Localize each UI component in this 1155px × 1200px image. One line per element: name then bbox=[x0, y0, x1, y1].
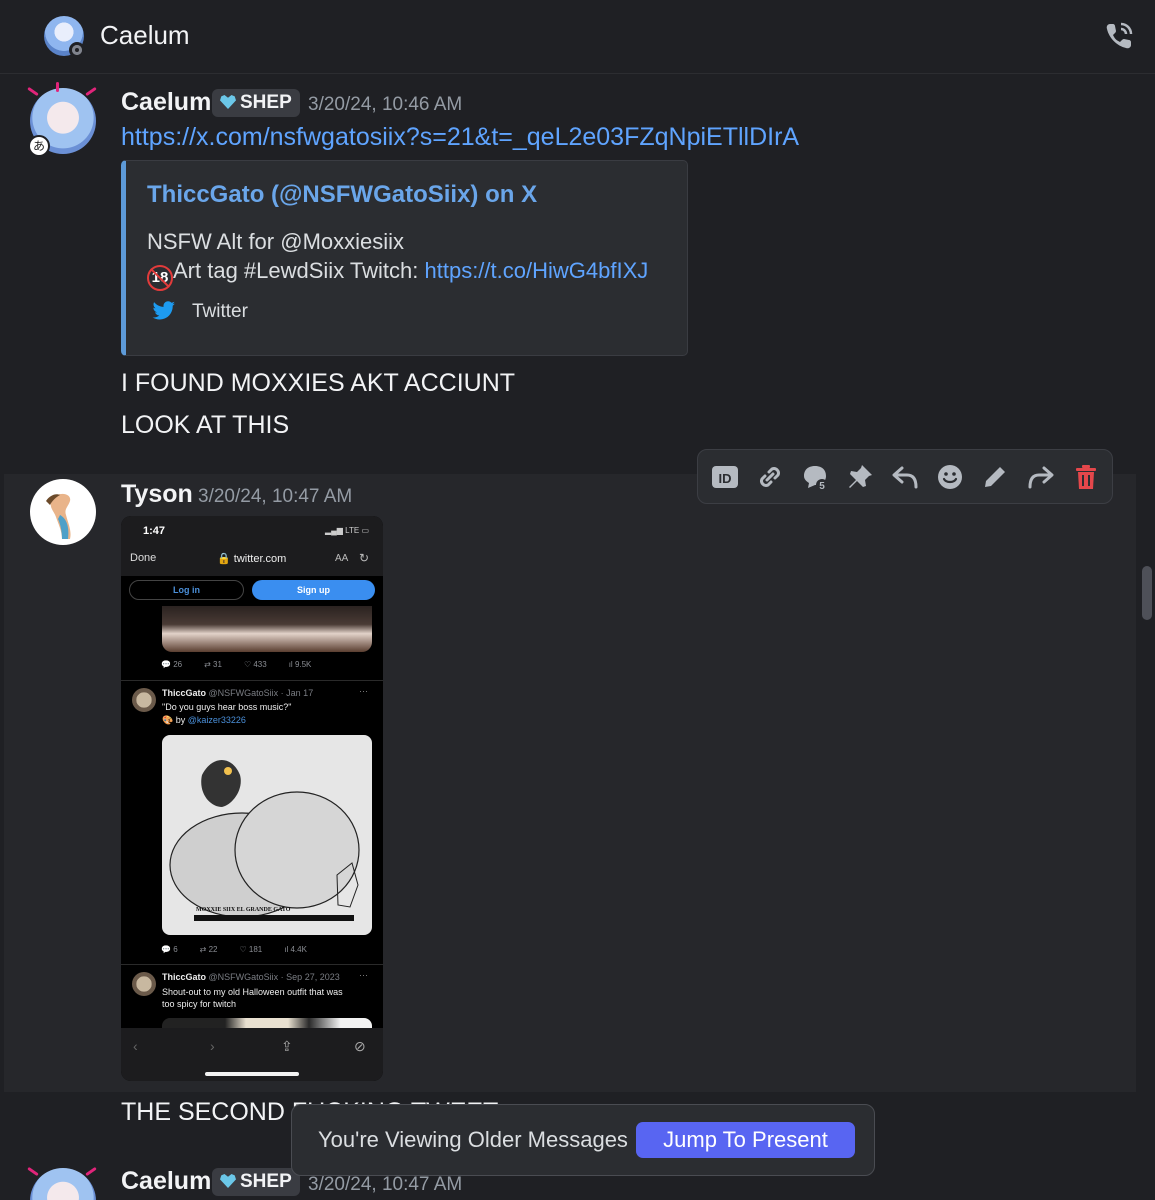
heart-icon bbox=[220, 95, 236, 109]
voice-call-icon[interactable] bbox=[1103, 20, 1135, 52]
tweet-credit: 🎨 by @kaizer33226 bbox=[162, 715, 246, 725]
heart-icon bbox=[220, 1174, 236, 1188]
avatar-decoration bbox=[85, 1166, 97, 1177]
link-icon[interactable] bbox=[753, 460, 787, 494]
embed-title[interactable]: ThiccGato (@NSFWGatoSiix) on X bbox=[147, 181, 537, 209]
channel-title: Caelum bbox=[100, 20, 190, 50]
timestamp: 3/20/24, 10:47 AM bbox=[308, 1174, 463, 1195]
phone-time: 1:47 bbox=[143, 525, 166, 537]
image-attachment[interactable]: 1:47 ▂▄▆ LTE ▭ Done 🔒 twitter.com AA ↻ L… bbox=[121, 516, 383, 1081]
username[interactable]: Caelum bbox=[121, 88, 211, 117]
url-label: 🔒 twitter.com bbox=[217, 553, 287, 565]
tweet-stats-1: 💬 26 ⇄ 31 ♡ 433 ıl 9.5K bbox=[161, 660, 312, 669]
more-icon: ··· bbox=[359, 970, 368, 980]
avatar-decoration bbox=[27, 1166, 39, 1177]
scrollbar-thumb[interactable] bbox=[1142, 566, 1152, 620]
tweet-text: "Do you guys hear boss music?" bbox=[162, 702, 292, 712]
channel-header: Caelum bbox=[0, 0, 1155, 74]
guild-tag[interactable]: SHEP bbox=[212, 89, 300, 117]
signup-label: Sign up bbox=[252, 580, 375, 600]
jump-to-present-button[interactable]: Jump To Present bbox=[636, 1122, 855, 1158]
embed-description-line2: 18 Art tag #LewdSiix Twitch: https://t.co… bbox=[147, 258, 648, 291]
reaction-icon[interactable] bbox=[933, 460, 967, 494]
divider bbox=[121, 964, 383, 965]
reload-icon: ↻ bbox=[359, 551, 370, 565]
timestamp: 3/20/24, 10:46 AM bbox=[308, 94, 463, 115]
thread-icon[interactable]: 5 bbox=[798, 460, 832, 494]
embed-link[interactable]: https://t.co/HiwG4bfIXJ bbox=[425, 258, 649, 283]
tweet-author: ThiccGato @NSFWGatoSiix · Sep 27, 2023 bbox=[162, 972, 340, 982]
older-messages-bar: You're Viewing Older Messages Jump To Pr… bbox=[291, 1104, 875, 1176]
avatar-decoration bbox=[56, 82, 59, 92]
avatar-badge-icon: あ bbox=[28, 135, 50, 157]
done-label: Done bbox=[130, 552, 157, 564]
reply-icon[interactable] bbox=[888, 460, 922, 494]
delete-icon[interactable] bbox=[1069, 460, 1103, 494]
share-icon: ⇪ bbox=[281, 1038, 293, 1054]
back-icon: ‹ bbox=[133, 1038, 138, 1054]
signal-indicator: ▂▄▆ LTE ▭ bbox=[324, 526, 369, 535]
link-embed: ThiccGato (@NSFWGatoSiix) on X NSFW Alt … bbox=[121, 160, 688, 356]
reader-label: AA bbox=[335, 553, 349, 564]
browser-toolbar: ‹ › ⇪ ⊘ bbox=[121, 1028, 383, 1081]
avatar-decoration bbox=[27, 86, 39, 97]
timestamp: 3/20/24, 10:47 AM bbox=[198, 486, 353, 507]
tweet-text: too spicy for twitch bbox=[162, 999, 237, 1009]
divider bbox=[121, 680, 383, 681]
username[interactable]: Tyson bbox=[121, 480, 193, 509]
more-icon: ··· bbox=[359, 686, 368, 696]
guild-tag[interactable]: SHEP bbox=[212, 1168, 300, 1196]
tweet-drawing: MOXXIE SIIX EL GRANDE GATO bbox=[162, 735, 372, 935]
id-icon[interactable]: ID bbox=[708, 460, 742, 494]
offline-status-icon bbox=[69, 42, 85, 58]
message-actions-toolbar: ID 5 bbox=[697, 449, 1113, 504]
message-link[interactable]: https://x.com/nsfwgatosiix?s=21&t=_qeL2e… bbox=[121, 123, 799, 152]
message-text: LOOK AT THIS bbox=[121, 411, 290, 439]
tweet-text: Shout-out to my old Halloween outfit tha… bbox=[162, 987, 343, 997]
forward-nav-icon: › bbox=[210, 1038, 215, 1054]
message-text: I FOUND MOXXIES AKT ACCIUNT bbox=[121, 369, 516, 397]
pin-icon[interactable] bbox=[843, 460, 877, 494]
twitter-bird-icon bbox=[152, 301, 176, 321]
tweet-avatar bbox=[132, 972, 156, 996]
embed-provider: Twitter bbox=[192, 301, 248, 322]
tweet-avatar bbox=[132, 688, 156, 712]
tweet-author: ThiccGato @NSFWGatoSiix · Jan 17 bbox=[162, 688, 314, 698]
no-under-18-icon: 18 bbox=[147, 265, 173, 291]
svg-text:5: 5 bbox=[819, 481, 825, 492]
older-messages-label: You're Viewing Older Messages bbox=[318, 1127, 628, 1152]
drawing-caption: MOXXIE SIIX EL GRANDE GATO bbox=[196, 907, 291, 913]
avatar-decoration bbox=[85, 86, 97, 97]
browser-bar: 1:47 ▂▄▆ LTE ▭ Done 🔒 twitter.com AA ↻ bbox=[121, 516, 383, 576]
svg-text:ID: ID bbox=[719, 471, 732, 486]
tweet-image-3 bbox=[162, 1018, 372, 1028]
tweet-stats-2: 💬 6 ⇄ 22 ♡ 181 ıl 4.4K bbox=[161, 945, 307, 954]
login-label: Log in bbox=[129, 580, 244, 600]
forward-icon[interactable] bbox=[1024, 460, 1058, 494]
embed-description-line1: NSFW Alt for @Moxxiesiix bbox=[147, 229, 405, 254]
tweet-image-1 bbox=[162, 606, 372, 652]
username[interactable]: Caelum bbox=[121, 1167, 211, 1196]
home-indicator bbox=[205, 1072, 299, 1076]
tyson-avatar[interactable] bbox=[30, 479, 96, 545]
compass-icon: ⊘ bbox=[354, 1038, 366, 1054]
edit-icon[interactable] bbox=[978, 460, 1012, 494]
